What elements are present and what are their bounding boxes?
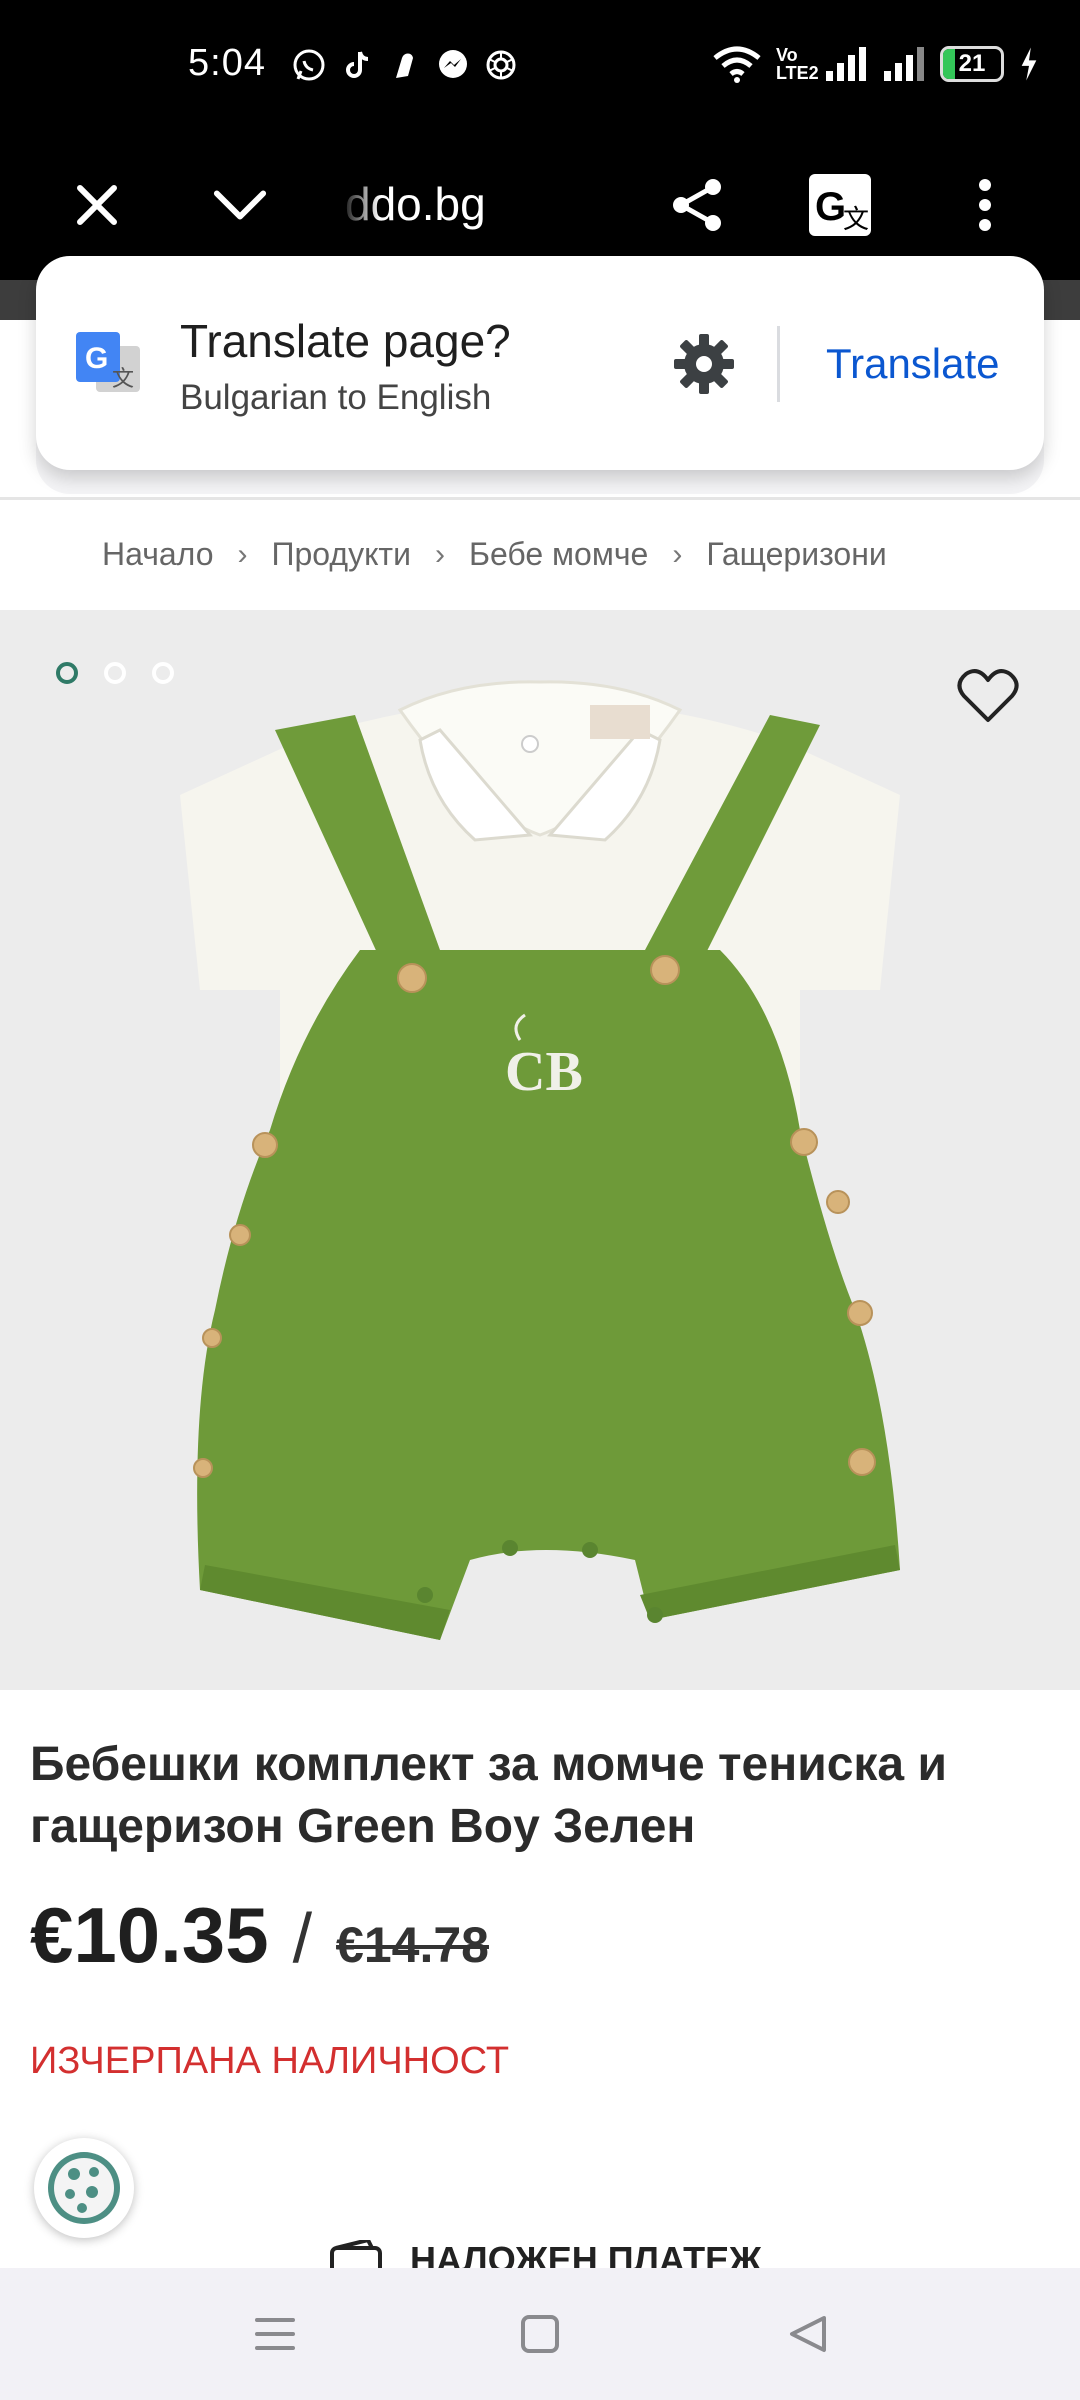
product-image-gallery[interactable]: CB [0, 610, 1080, 1690]
stock-status: ИЗЧЕРПАНА НАЛИЧНОСТ [30, 2040, 510, 2082]
breadcrumb: Начало › Продукти › Бебе момче › Гащериз… [102, 536, 887, 573]
signal-icon [826, 47, 866, 81]
google-translate-icon: G文 [809, 174, 871, 236]
battery-level: 21 [958, 50, 986, 77]
svg-text:文: 文 [843, 205, 869, 235]
back-triangle-icon [790, 2316, 826, 2352]
home-square-icon [521, 2315, 559, 2353]
share-icon [673, 179, 721, 231]
gear-icon [674, 334, 734, 394]
app-icon [386, 46, 424, 84]
notification-icons [290, 46, 520, 84]
cookie-icon [48, 2152, 120, 2224]
translate-bar: G 文 Translate page? Bulgarian to English… [36, 256, 1044, 470]
tiktok-icon [338, 46, 376, 84]
battery-indicator: 21 [940, 46, 1004, 82]
chevron-down-icon [213, 190, 267, 220]
breadcrumb-separator: › [672, 537, 683, 571]
breadcrumb-products[interactable]: Продукти [272, 536, 411, 573]
svg-text:CB: CB [505, 1041, 583, 1103]
chatgpt-icon [482, 46, 520, 84]
translate-button[interactable]: G文 [795, 160, 885, 250]
close-icon [77, 185, 117, 225]
translate-divider [777, 326, 780, 402]
product-title: Бебешки комплект за момче тениска и гаще… [30, 1738, 947, 1853]
wifi-icon [713, 46, 761, 83]
heart-icon [957, 669, 1019, 722]
breadcrumb-separator: › [237, 537, 248, 571]
price-separator: / [292, 1899, 313, 1977]
breadcrumb-home[interactable]: Начало [102, 536, 214, 573]
whatsapp-icon [290, 46, 328, 84]
status-time: 5:04 [188, 42, 266, 84]
cookie-settings-button[interactable] [34, 2138, 134, 2238]
signal-icon-2 [884, 47, 924, 81]
gallery-dots [56, 662, 174, 684]
close-tab-button[interactable] [52, 160, 142, 250]
price-row: €10.35 / €14.78 [30, 1890, 489, 1981]
gallery-dot-3[interactable] [152, 662, 174, 684]
messenger-icon [434, 46, 472, 84]
svg-text:G: G [815, 185, 846, 229]
product-image: CB [180, 680, 901, 1640]
charging-icon [1021, 47, 1037, 81]
more-options-button[interactable] [940, 160, 1030, 250]
home-button[interactable] [510, 2308, 570, 2360]
breadcrumb-rompers[interactable]: Гащеризони [706, 536, 886, 573]
back-button[interactable] [778, 2308, 838, 2360]
wishlist-button[interactable] [956, 664, 1020, 728]
translate-languages[interactable]: Bulgarian to English [180, 378, 491, 418]
recents-button[interactable] [245, 2308, 305, 2360]
header-divider [0, 497, 1080, 500]
svg-text:G: G [85, 342, 108, 375]
volte-label: Vo LTE2 [776, 45, 819, 83]
more-vert-icon [979, 179, 991, 231]
minimize-button[interactable] [195, 160, 285, 250]
price-current: €10.35 [30, 1891, 269, 1979]
menu-icon [255, 2318, 295, 2350]
breadcrumb-baby-boy[interactable]: Бебе момче [469, 536, 648, 573]
google-translate-logo-icon: G 文 [74, 330, 142, 398]
gallery-dot-2[interactable] [104, 662, 126, 684]
translate-action-button[interactable]: Translate [826, 340, 1000, 388]
share-button[interactable] [652, 160, 742, 250]
translate-title: Translate page? [180, 315, 511, 367]
url-fade [340, 165, 380, 245]
translate-settings-button[interactable] [668, 328, 740, 400]
status-right: Vo LTE2 21 [712, 44, 1040, 84]
svg-text:文: 文 [112, 367, 134, 392]
gallery-dot-1[interactable] [56, 662, 78, 684]
system-navigation-bar [0, 2268, 1080, 2400]
price-original: €14.78 [336, 1917, 489, 1973]
status-bar: 5:04 Vo LTE2 21 [0, 0, 1080, 135]
breadcrumb-separator: › [434, 537, 445, 571]
